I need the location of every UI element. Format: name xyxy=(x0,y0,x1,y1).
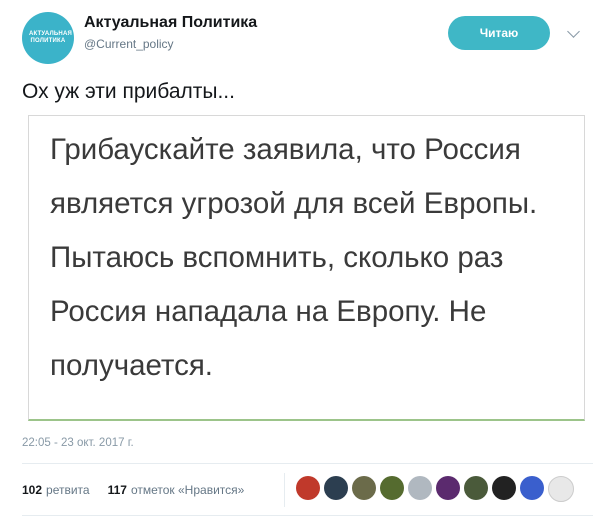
liker-avatar-2[interactable] xyxy=(324,476,348,500)
tweet-stats: 102 ретвита 117 отметок «Нравится» xyxy=(22,483,256,497)
divider xyxy=(22,515,593,516)
chevron-down-icon[interactable] xyxy=(567,25,580,38)
quote-image-card[interactable]: Грибаускайте заявила, что Россия являетс… xyxy=(28,115,585,421)
likes-stat[interactable]: 117 отметок «Нравится» xyxy=(108,483,245,497)
liker-avatar-3[interactable] xyxy=(352,476,376,500)
tweet-text: Ох уж эти прибалты... xyxy=(22,80,235,103)
liker-avatar-5[interactable] xyxy=(408,476,432,500)
quote-text: Грибаускайте заявила, что Россия являетс… xyxy=(50,133,538,382)
likes-label: отметок «Нравится» xyxy=(130,483,245,497)
likes-count: 117 xyxy=(107,483,127,497)
liker-avatar-8[interactable] xyxy=(492,476,516,500)
liker-avatar-4[interactable] xyxy=(380,476,404,500)
avatar-logo-text: АКТУАЛЬНАЯ ПОЛИТИКА xyxy=(29,31,72,44)
author-handle[interactable]: @Current_policy xyxy=(84,37,174,51)
liker-avatar-7[interactable] xyxy=(464,476,488,500)
follow-button[interactable]: Читаю xyxy=(448,16,550,50)
tweet-timestamp[interactable]: 22:05 - 23 окт. 2017 г. xyxy=(22,437,134,449)
liker-avatars xyxy=(296,476,574,502)
retweets-count: 102 xyxy=(22,483,43,497)
liker-avatar-10[interactable] xyxy=(548,476,574,502)
liker-avatar-9[interactable] xyxy=(520,476,544,500)
liker-avatar-1[interactable] xyxy=(296,476,320,500)
liker-avatar-6[interactable] xyxy=(436,476,460,500)
divider xyxy=(22,463,593,464)
stats-divider xyxy=(284,473,285,507)
author-display-name[interactable]: Актуальная Политика xyxy=(84,14,257,32)
author-avatar[interactable]: АКТУАЛЬНАЯ ПОЛИТИКА xyxy=(22,12,74,64)
retweets-label: ретвита xyxy=(46,483,90,497)
retweets-stat[interactable]: 102 ретвита xyxy=(22,483,90,497)
